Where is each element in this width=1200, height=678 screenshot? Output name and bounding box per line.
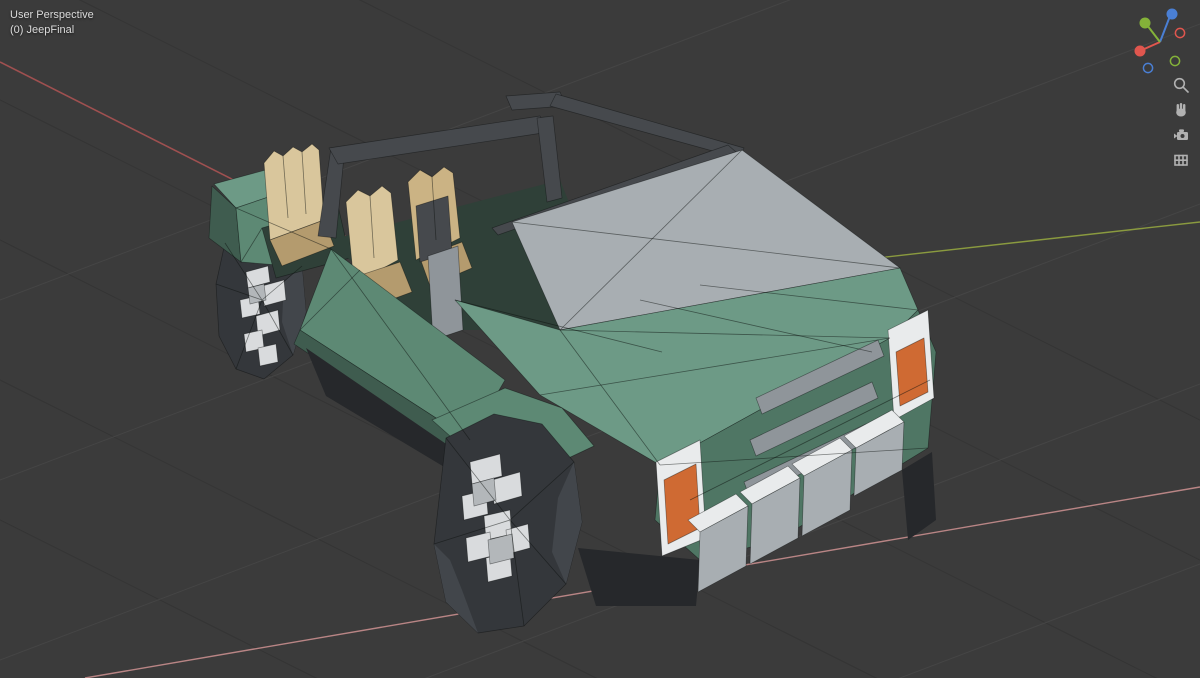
scene-canvas	[0, 0, 1200, 678]
gizmo-z-axis	[1166, 8, 1178, 20]
perspective-toggle-icon[interactable]	[1172, 151, 1190, 169]
move-hand-icon[interactable]	[1172, 101, 1190, 119]
zoom-icon[interactable]	[1172, 76, 1190, 94]
gizmo-y-neg-axis	[1169, 55, 1181, 67]
gizmo-x-neg-axis	[1174, 27, 1186, 39]
viewport-overlay-text: User Perspective (0) JeepFinal	[10, 8, 94, 38]
viewport-controls	[1172, 76, 1190, 169]
y-axis-line	[849, 221, 1200, 262]
navigation-gizmo[interactable]	[1128, 6, 1192, 74]
gizmo-z-neg-axis	[1142, 62, 1154, 74]
gizmo-y-axis	[1139, 17, 1151, 29]
view-perspective-label: User Perspective	[10, 9, 94, 21]
gizmo-x-axis	[1134, 45, 1146, 57]
camera-view-icon[interactable]	[1172, 126, 1190, 144]
jeep-front-wheel	[433, 413, 583, 634]
gizmo-axes[interactable]	[1134, 8, 1186, 74]
jeep-model	[208, 91, 937, 634]
blender-3d-viewport[interactable]: User Perspective (0) JeepFinal	[0, 0, 1200, 678]
active-object-label: (0) JeepFinal	[10, 24, 75, 36]
